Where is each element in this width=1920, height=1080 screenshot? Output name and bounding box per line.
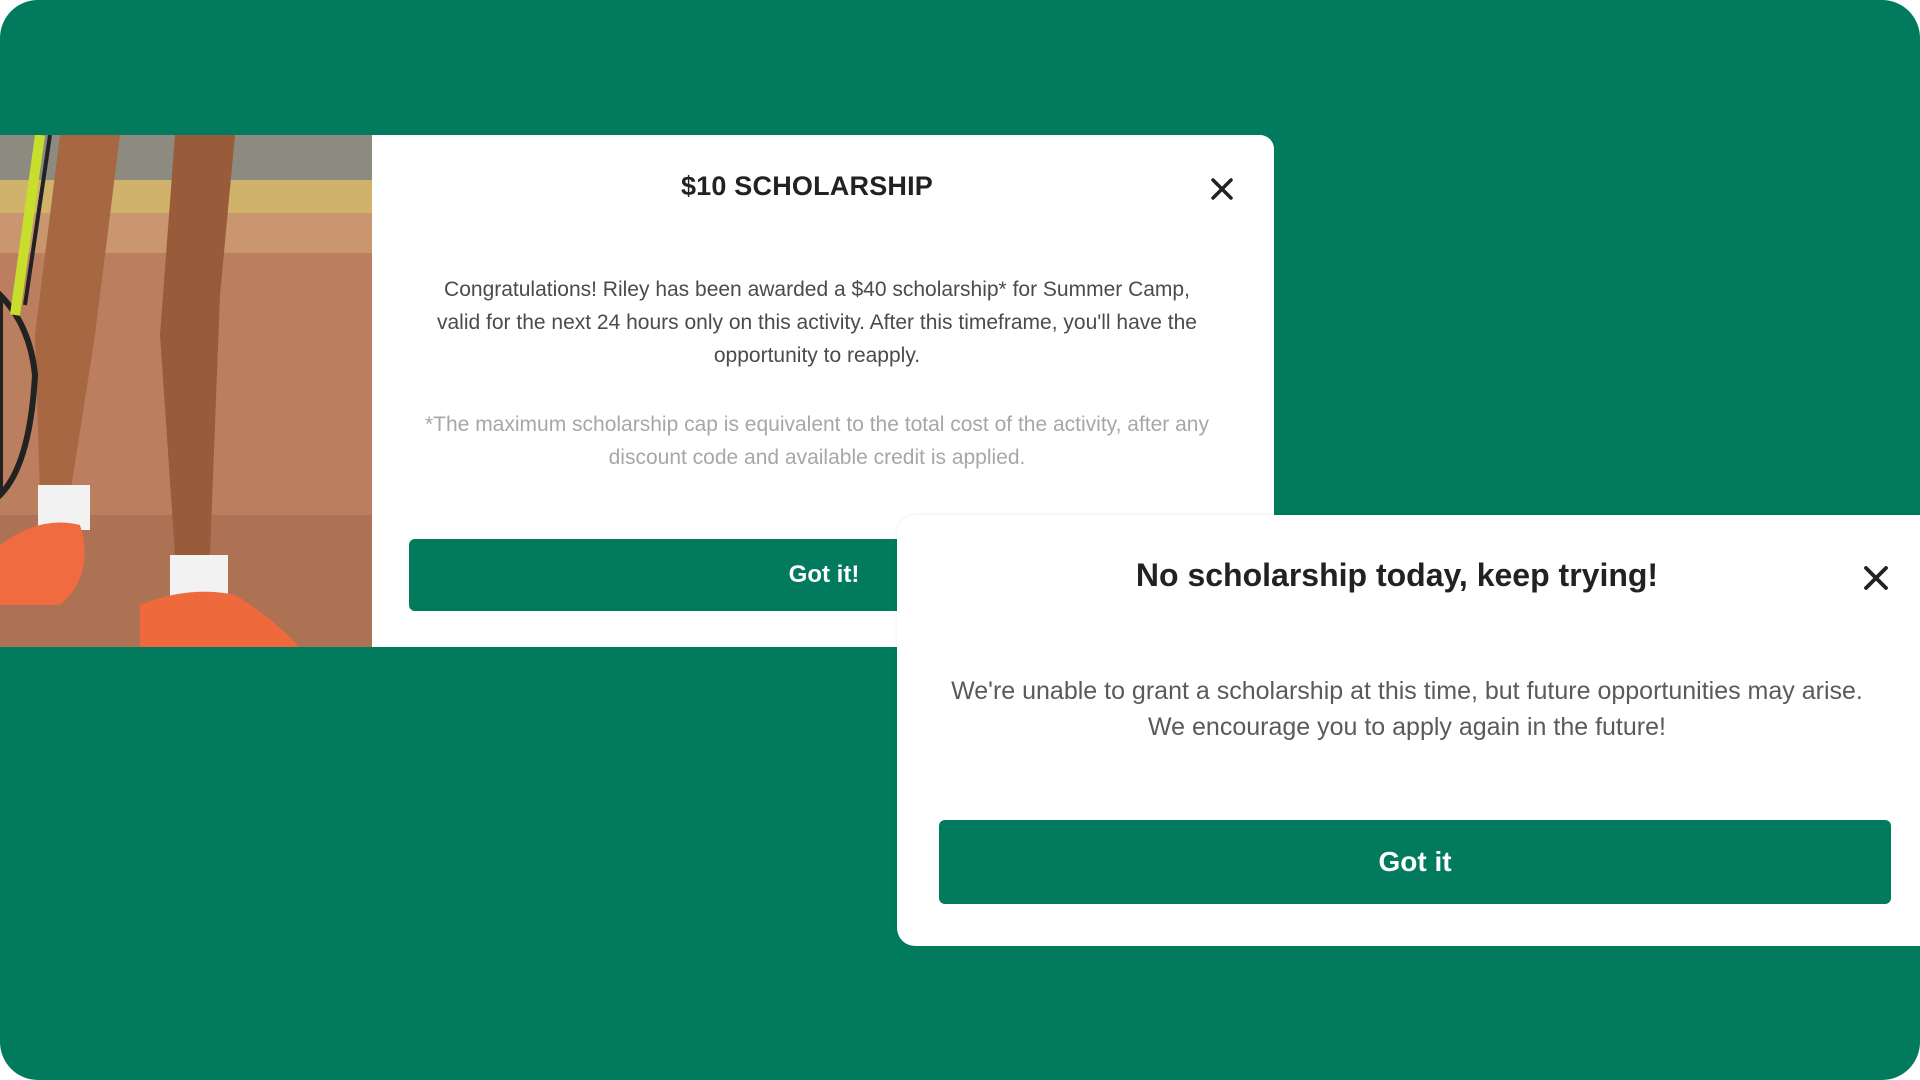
modal-title: No scholarship today, keep trying! — [1135, 557, 1659, 593]
close-icon[interactable] — [1208, 175, 1236, 203]
no-scholarship-modal: No scholarship today, keep trying! We're… — [897, 515, 1920, 946]
close-icon[interactable] — [1861, 563, 1891, 593]
tennis-player-photo — [0, 135, 372, 647]
scholarship-message: Congratulations! Riley has been awarded … — [437, 278, 1197, 367]
got-it-button[interactable]: Got it — [939, 820, 1891, 904]
no-scholarship-message: We're unable to grant a scholarship at t… — [951, 677, 1863, 741]
page-background: $10 SCHOLARSHIP Congratulations! Riley h… — [0, 0, 1920, 1080]
scholarship-cap-note: *The maximum scholarship cap is equivale… — [425, 413, 1209, 469]
modal-title: $10 SCHOLARSHIP — [680, 171, 934, 201]
